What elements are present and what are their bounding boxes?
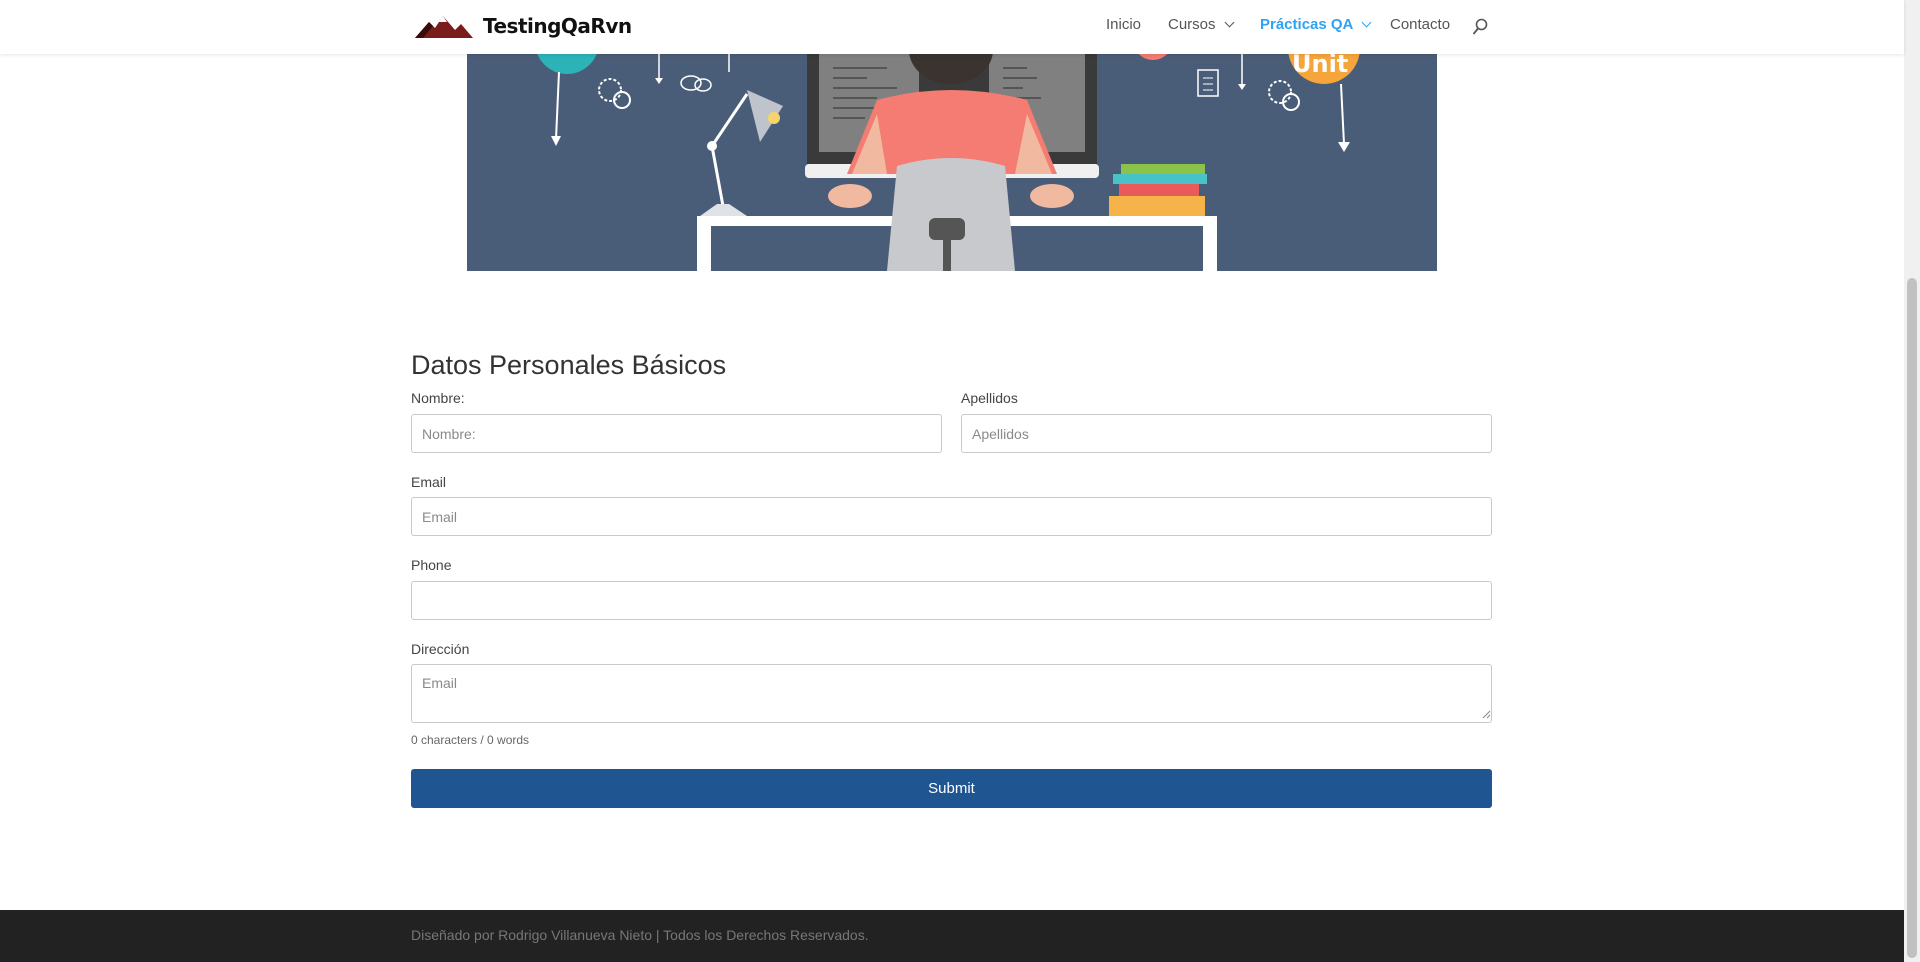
apellidos-label: Apellidos — [961, 390, 1018, 406]
resize-handle-icon[interactable] — [1481, 709, 1491, 719]
chevron-down-icon — [1361, 17, 1372, 28]
character-word-counter: 0 characters / 0 words — [411, 733, 530, 747]
footer-credits: Diseñado por Rodrigo Villanueva Nieto | … — [411, 927, 869, 943]
chevron-down-icon — [1224, 17, 1234, 28]
search-icon[interactable] — [1472, 18, 1488, 36]
page-scrollbar[interactable] — [1904, 0, 1920, 962]
nav-item-inicio[interactable]: Inicio — [1106, 16, 1141, 33]
nav-item-label: Contacto — [1390, 16, 1451, 33]
nav-item-label: Cursos — [1168, 16, 1216, 33]
form-title: Datos Personales Básicos — [411, 350, 727, 380]
direccion-textarea[interactable] — [411, 664, 1492, 723]
email-label: Email — [411, 474, 447, 490]
nav-item-label: Prácticas QA — [1260, 16, 1354, 33]
nav-item-cursos[interactable]: Cursos — [1168, 16, 1234, 33]
phone-input[interactable] — [411, 581, 1492, 620]
nombre-input[interactable] — [411, 414, 942, 453]
apellidos-input[interactable] — [961, 414, 1492, 453]
unit-badge-label: Unit — [1292, 54, 1349, 78]
main-nav: Inicio Cursos Prácticas QA Contacto — [0, 0, 1904, 54]
hero-illustration: Unit — [467, 54, 1437, 271]
nav-item-contacto[interactable]: Contacto — [1390, 16, 1450, 33]
submit-button[interactable]: Submit — [411, 769, 1492, 808]
nav-item-practicas-qa[interactable]: Prácticas QA — [1260, 16, 1372, 33]
nombre-label: Nombre: — [411, 390, 465, 406]
nav-item-label: Inicio — [1106, 16, 1142, 33]
phone-label: Phone — [411, 557, 452, 573]
email-input[interactable] — [411, 497, 1492, 536]
developer-desk-illustration — [467, 54, 1437, 271]
site-footer: Diseñado por Rodrigo Villanueva Nieto | … — [0, 910, 1904, 962]
scrollbar-thumb[interactable] — [1907, 278, 1917, 958]
site-header: TestingQaRvn Inicio Cursos Prácticas QA … — [0, 0, 1904, 54]
direccion-label: Dirección — [411, 641, 470, 657]
